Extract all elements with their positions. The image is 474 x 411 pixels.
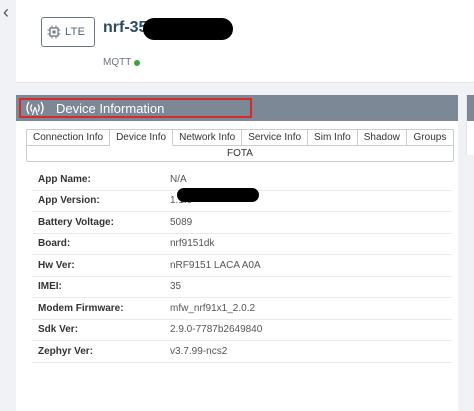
info-row: Sdk Ver: 2.9.0-7787b2649840 [32,320,452,341]
info-value: mfw_nrf91x1_2.0.2 [170,302,256,314]
info-key: IMEI: [38,281,62,293]
info-key: Modem Firmware: [38,302,124,314]
device-information-panel: Device Information Connection Info Device… [16,95,458,411]
info-value: 5089 [170,216,193,228]
tab-fota[interactable]: FOTA [27,146,453,162]
adjacent-panel-edge [466,95,474,155]
chip-icon [47,25,61,39]
connection-status: MQTT [103,57,141,68]
info-row: Hw Ver: nRF9151 LACA A0A [32,255,452,277]
tab-sim-info[interactable]: Sim Info [308,130,358,145]
tab-service-info[interactable]: Service Info [242,130,309,145]
info-value: v3.7.99-ncs2 [170,345,228,357]
info-key: Battery Voltage: [38,216,114,228]
tab-row-secondary: FOTA [27,146,453,162]
back-chevron-icon[interactable]: ‹ [0,2,12,22]
info-key: Board: [38,238,71,250]
online-status-dot [134,59,141,66]
redaction-bar [143,18,233,40]
info-value: nRF9151 LACA A0A [170,259,261,271]
adjacent-panel-header [467,95,474,121]
info-key: Zephyr Ver: [38,345,94,357]
info-value: 35 [170,281,182,293]
info-row: Modem Firmware: mfw_nrf91x1_2.0.2 [32,298,452,320]
device-type-badge: LTE [41,17,95,47]
info-tabs: Connection Info Device Info Network Info Se… [26,129,454,162]
info-row: Board: nrf9151dk [32,234,452,255]
info-key: Sdk Ver: [38,324,79,336]
info-key: App Version: [38,195,100,207]
tab-shadow[interactable]: Shadow [358,130,407,145]
imei-redaction-bar [177,188,259,202]
info-value: nrf9151dk [170,238,215,250]
tab-row-primary: Connection Info Device Info Network Info Se… [27,130,453,146]
tab-network-info[interactable]: Network Info [173,130,243,145]
device-header-card: LTE nrf-35 MQTT [16,0,474,83]
protocol-label: MQTT [103,57,132,68]
info-value: N/A [170,173,187,185]
info-row: Zephyr Ver: v3.7.99-ncs2 [32,341,452,363]
info-key: Hw Ver: [38,259,75,271]
info-row: IMEI: 35 [32,277,452,298]
tab-device-info[interactable]: Device Info [110,130,174,146]
app-version-highlight-box [19,98,252,118]
info-value: 2.9.0-7787b2649840 [170,324,263,336]
tab-groups[interactable]: Groups [407,130,453,145]
device-name: nrf-35 [103,19,148,36]
tab-connection-info[interactable]: Connection Info [27,130,111,145]
chip-label: LTE [65,26,86,38]
device-detail-page: ‹ LTE nrf-35 MQTT Device Information Con… [0,0,474,411]
info-key: App Name: [38,173,91,185]
info-row: Battery Voltage: 5089 [32,212,452,234]
